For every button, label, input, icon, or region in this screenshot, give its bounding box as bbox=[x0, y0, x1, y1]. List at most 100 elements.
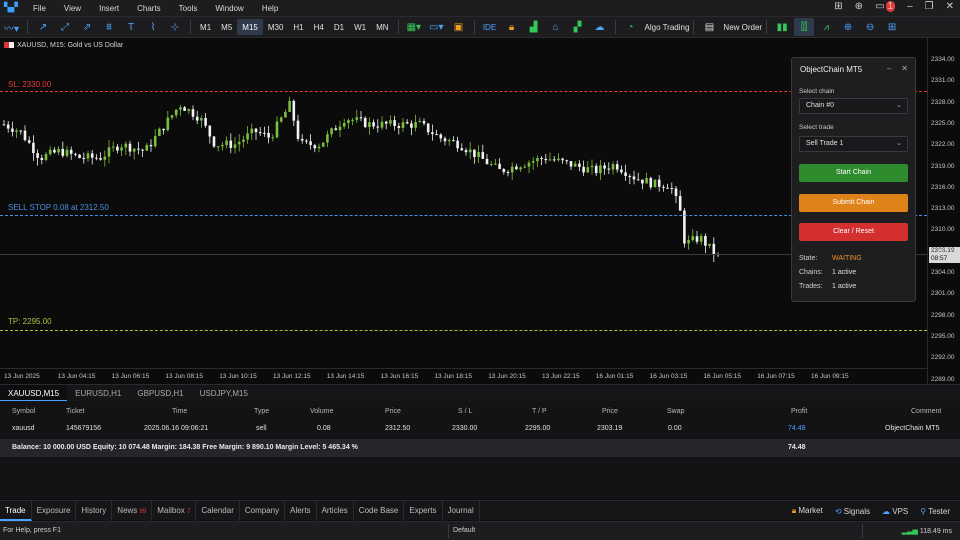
fibonacci-icon[interactable]: ⩩ bbox=[99, 18, 119, 36]
timeframe-w1[interactable]: W1 bbox=[349, 19, 371, 35]
signals-button[interactable]: ⟲ Signals bbox=[835, 507, 870, 516]
price-axis[interactable]: 2303.19 08:57 2334.00 2331.00 2328.00 2325.… bbox=[927, 38, 960, 384]
tab-label: History bbox=[81, 505, 107, 515]
menu-help[interactable]: Help bbox=[262, 4, 278, 13]
candles-icon[interactable]: ▮▮ bbox=[772, 18, 792, 36]
restore-icon[interactable]: ❐ bbox=[925, 1, 934, 12]
select-trade-label: Select trade bbox=[799, 124, 834, 131]
time-axis[interactable]: 13 Jun 2025 13 Jun 04:15 13 Jun 06:15 13 Ju… bbox=[0, 368, 927, 384]
clear-reset-button[interactable]: Clear / Reset bbox=[799, 223, 908, 241]
sell-stop-line[interactable] bbox=[0, 215, 927, 216]
add-icon[interactable]: ⊕ bbox=[855, 1, 863, 12]
timeframe-d1[interactable]: D1 bbox=[329, 19, 349, 35]
ide-button[interactable]: IDE bbox=[480, 18, 500, 36]
line-chart-icon[interactable]: ⩘ bbox=[816, 18, 836, 36]
col-type[interactable]: Type bbox=[254, 408, 269, 415]
menu-file[interactable]: File bbox=[33, 4, 46, 13]
menu-view[interactable]: View bbox=[64, 4, 81, 13]
market-button[interactable]: 🔒︎ Market bbox=[792, 506, 823, 516]
minimize-icon[interactable]: – bbox=[907, 1, 913, 12]
timeframe-m15[interactable]: M15 bbox=[237, 19, 263, 35]
col-price[interactable]: Price bbox=[385, 408, 401, 415]
menu-insert[interactable]: Insert bbox=[99, 4, 119, 13]
messages-icon[interactable]: ▭ 1 bbox=[875, 1, 896, 12]
tab-mailbox[interactable]: Mailbox 7 bbox=[152, 500, 197, 521]
chart-tab-gbpusd[interactable]: GBPUSD,H1 bbox=[129, 385, 191, 402]
chart-type-icon[interactable]: 〰▾ bbox=[1, 18, 22, 36]
tab-trade[interactable]: Trade bbox=[0, 500, 32, 521]
tab-articles[interactable]: Articles bbox=[317, 500, 354, 521]
start-chain-button[interactable]: Start Chain bbox=[799, 164, 908, 182]
col-tp[interactable]: T / P bbox=[532, 408, 547, 415]
lock-icon[interactable]: 🔒︎ bbox=[502, 18, 522, 36]
signals-icon[interactable]: ▞ bbox=[568, 18, 588, 36]
tab-alerts[interactable]: Alerts bbox=[285, 500, 317, 521]
tab-company[interactable]: Company bbox=[240, 500, 286, 521]
submit-chain-button[interactable]: Submit Chain bbox=[799, 194, 908, 212]
bars-icon[interactable]: ⫿⫿ bbox=[794, 18, 815, 36]
candle-body bbox=[397, 125, 401, 128]
grid-icon[interactable]: ⊞ bbox=[882, 18, 902, 36]
tab-exposure[interactable]: Exposure bbox=[32, 500, 77, 521]
channel-tool-icon[interactable]: ⇗ bbox=[77, 18, 97, 36]
new-order-button[interactable]: New Order bbox=[723, 23, 762, 32]
menu-tools[interactable]: Tools bbox=[179, 4, 198, 13]
timeframe-mn[interactable]: MN bbox=[371, 19, 393, 35]
col-profit[interactable]: Profit bbox=[791, 408, 807, 415]
crosshair-icon[interactable]: ⊹ bbox=[165, 18, 185, 36]
timeframe-h4[interactable]: H4 bbox=[309, 19, 329, 35]
timeframe-h1[interactable]: H1 bbox=[288, 19, 308, 35]
tab-calendar[interactable]: Calendar bbox=[196, 500, 240, 521]
col-sl[interactable]: S / L bbox=[458, 408, 472, 415]
profile-name[interactable]: Default bbox=[453, 527, 475, 534]
chain-select[interactable]: Chain #0 ⌄ bbox=[799, 98, 908, 114]
tab-code-base[interactable]: Code Base bbox=[354, 500, 405, 521]
col-time[interactable]: Time bbox=[172, 408, 187, 415]
bank-icon[interactable]: ⌂ bbox=[546, 18, 566, 36]
line-tool-icon[interactable]: ↗ bbox=[33, 18, 53, 36]
candle-body bbox=[250, 128, 254, 134]
timeframe-m1[interactable]: M1 bbox=[195, 19, 216, 35]
chart-tab-usdjpy[interactable]: USDJPY,M15 bbox=[192, 385, 256, 402]
trade-select[interactable]: Sell Trade 1 ⌄ bbox=[799, 136, 908, 152]
vps-button[interactable]: ☁ VPS bbox=[882, 507, 908, 516]
market-depth-icon[interactable]: ▟ bbox=[524, 18, 544, 36]
col-volume[interactable]: Volume bbox=[310, 408, 333, 415]
indicators-icon[interactable]: ▦▾ bbox=[404, 18, 424, 36]
close-icon[interactable]: ✕ bbox=[946, 1, 954, 12]
vps-icon[interactable]: ☁ bbox=[590, 18, 610, 36]
candle-body bbox=[439, 134, 443, 139]
text-tool-icon[interactable]: T bbox=[121, 18, 141, 36]
tester-button[interactable]: ⚲ Tester bbox=[920, 507, 950, 516]
trend-line-icon[interactable]: ⤢ bbox=[55, 18, 75, 36]
zoom-out-icon[interactable]: ⊖ bbox=[860, 18, 880, 36]
col-current-price[interactable]: Price bbox=[602, 408, 618, 415]
script-icon[interactable]: ▣ bbox=[449, 18, 469, 36]
col-comment[interactable]: Comment bbox=[911, 408, 941, 415]
menu-charts[interactable]: Charts bbox=[137, 4, 161, 13]
algo-trading-icon[interactable]: ◔ bbox=[621, 18, 641, 36]
templates-icon[interactable]: ▭▾ bbox=[426, 18, 446, 36]
algo-trading-button[interactable]: Algo Trading bbox=[645, 23, 690, 32]
tab-news[interactable]: News 99 bbox=[112, 500, 153, 521]
shapes-icon[interactable]: ⌇ bbox=[143, 18, 163, 36]
tp-line[interactable] bbox=[0, 330, 927, 331]
tab-experts[interactable]: Experts bbox=[404, 500, 443, 521]
zoom-in-icon[interactable]: ⊕ bbox=[838, 18, 858, 36]
col-ticket[interactable]: Ticket bbox=[66, 408, 84, 415]
tab-history[interactable]: History bbox=[76, 500, 113, 521]
new-order-icon[interactable]: ▤ bbox=[699, 18, 719, 36]
timeframe-m5[interactable]: M5 bbox=[216, 19, 237, 35]
col-symbol[interactable]: Symbol bbox=[12, 408, 35, 415]
timeframe-m30[interactable]: M30 bbox=[263, 19, 289, 35]
tab-journal[interactable]: Journal bbox=[443, 500, 480, 521]
chart-tab-xauusd[interactable]: XAUUSD,M15 bbox=[0, 384, 68, 402]
table-row[interactable]: xauusd 145679156 2025.06.16 09:06:21 sel… bbox=[0, 422, 960, 438]
panel-close-icon[interactable]: ✕ bbox=[901, 64, 908, 73]
panel-minimize-icon[interactable]: – bbox=[887, 64, 891, 73]
chart-tab-eurusd[interactable]: EURUSD,H1 bbox=[67, 385, 129, 402]
screenshot-icon[interactable]: ⊞ bbox=[834, 1, 842, 12]
col-swap[interactable]: Swap bbox=[667, 408, 685, 415]
menu-window[interactable]: Window bbox=[215, 4, 243, 13]
sl-line[interactable] bbox=[0, 91, 927, 92]
